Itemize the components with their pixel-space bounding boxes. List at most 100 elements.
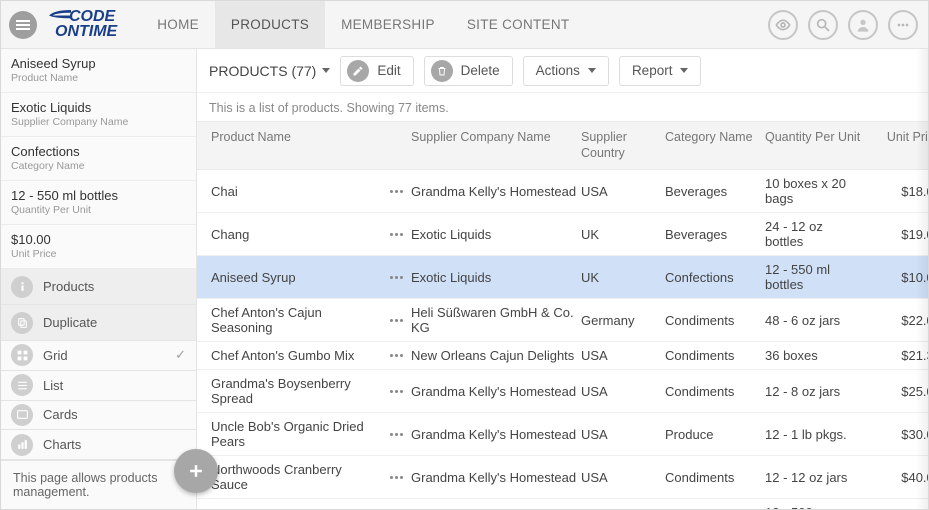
- cell-name: Chai: [211, 184, 381, 199]
- cell-category: Condiments: [665, 384, 761, 399]
- col-country[interactable]: Supplier Country: [581, 130, 661, 161]
- cell-category: Condiments: [665, 348, 761, 363]
- table-row[interactable]: ChangExotic LiquidsUKBeverages24 - 12 oz…: [197, 213, 928, 256]
- delete-button[interactable]: Delete: [424, 56, 513, 86]
- chevron-down-icon: [680, 68, 688, 73]
- cell-price: $21.35: [867, 348, 928, 363]
- cell-qty: 10 boxes x 20 bags: [765, 176, 863, 206]
- row-menu-icon[interactable]: [385, 390, 407, 393]
- nav-products[interactable]: PRODUCTS: [215, 1, 325, 48]
- cell-price: $30.00: [867, 427, 928, 442]
- cell-price: $40.00: [867, 470, 928, 485]
- cell-supplier: Exotic Liquids: [411, 270, 577, 285]
- cell-country: Germany: [581, 313, 661, 328]
- more-icon[interactable]: [888, 10, 918, 40]
- sidebar: Aniseed SyrupProduct NameExotic LiquidsS…: [1, 49, 197, 509]
- grid-body[interactable]: Chai Grandma Kelly's Homestead USA Beverage…: [197, 170, 928, 509]
- breadcrumb-item[interactable]: $10.00Unit Price: [1, 225, 196, 269]
- col-supplier[interactable]: Supplier Company Name: [411, 130, 577, 146]
- row-menu-icon[interactable]: [385, 190, 407, 193]
- sidebar-item-label: Products: [43, 279, 94, 294]
- col-qty[interactable]: Quantity Per Unit: [765, 130, 863, 146]
- table-row[interactable]: Uncle Bob's Organic Dried Pears Grandma K…: [197, 413, 928, 456]
- cell-country: USA: [581, 184, 661, 199]
- table-row[interactable]: Grandma's Boysenberry SpreadGrandma Kell…: [197, 370, 928, 413]
- table-row[interactable]: ChaiGrandma Kelly's HomesteadUSABeverage…: [197, 170, 928, 213]
- breadcrumb-value: Aniseed Syrup: [11, 56, 186, 71]
- sidebar-item-products[interactable]: Products: [1, 269, 196, 305]
- toolbar: PRODUCTS (77) Edit Delete Actions Report: [197, 49, 928, 93]
- col-product-name[interactable]: Product Name: [211, 130, 381, 146]
- row-menu-icon[interactable]: [385, 476, 407, 479]
- cell-supplier: Grandma Kelly's Homestead: [411, 427, 577, 442]
- eye-icon[interactable]: [768, 10, 798, 40]
- nav-site-content[interactable]: SITE CONTENT: [451, 1, 586, 48]
- table-row[interactable]: Northwoods Cranberry SauceGrandma Kelly'…: [197, 456, 928, 499]
- cell-country: USA: [581, 427, 661, 442]
- menu-icon[interactable]: [9, 11, 37, 39]
- report-dropdown[interactable]: Report: [619, 56, 702, 86]
- table-row[interactable]: Chef Anton's Cajun SeasoningHeli Süßware…: [197, 299, 928, 342]
- row-menu-icon[interactable]: [385, 233, 407, 236]
- cell-country: USA: [581, 348, 661, 363]
- cell-price: $18.00: [867, 184, 928, 199]
- col-price[interactable]: Unit Price: [867, 130, 928, 146]
- row-menu-icon[interactable]: [385, 354, 407, 357]
- row-menu-icon[interactable]: [385, 276, 407, 279]
- sidebar-item-list[interactable]: List: [1, 371, 196, 401]
- breadcrumb-value: Exotic Liquids: [11, 100, 186, 115]
- sidebar-item-label: Cards: [43, 407, 78, 422]
- cell-supplier: Grandma Kelly's Homestead: [411, 384, 577, 399]
- breadcrumb-item[interactable]: Exotic LiquidsSupplier Company Name: [1, 93, 196, 137]
- cell-category: Beverages: [665, 184, 761, 199]
- edit-button[interactable]: Edit: [340, 56, 413, 86]
- view-title-dropdown[interactable]: PRODUCTS (77): [209, 63, 330, 79]
- breadcrumb-label: Category Name: [11, 160, 186, 172]
- cell-qty: 24 - 12 oz bottles: [765, 219, 863, 249]
- breadcrumb-item[interactable]: Aniseed SyrupProduct Name: [1, 49, 196, 93]
- nav-membership[interactable]: MEMBERSHIP: [325, 1, 451, 48]
- actions-dropdown[interactable]: Actions: [523, 56, 609, 86]
- cell-supplier: Grandma Kelly's Homestead: [411, 470, 577, 485]
- grid-icon: [11, 344, 33, 366]
- main: PRODUCTS (77) Edit Delete Actions Report…: [197, 49, 928, 509]
- cell-price: $25.00: [867, 384, 928, 399]
- cards-icon: [11, 404, 33, 426]
- sidebar-item-cards[interactable]: Cards: [1, 401, 196, 431]
- cell-name: Uncle Bob's Organic Dried Pears: [211, 419, 381, 449]
- user-icon[interactable]: [848, 10, 878, 40]
- cell-supplier: New Orleans Cajun Delights: [411, 348, 577, 363]
- logo[interactable]: CODE ONTIME: [49, 10, 117, 39]
- row-menu-icon[interactable]: [385, 433, 407, 436]
- table-row[interactable]: 18 - 500 g: [197, 499, 928, 509]
- cell-price: $10.00: [867, 270, 928, 285]
- sidebar-item-label: List: [43, 378, 63, 393]
- sidebar-item-grid[interactable]: Grid ✓: [1, 341, 196, 371]
- breadcrumb-value: Confections: [11, 144, 186, 159]
- cell-qty: 48 - 6 oz jars: [765, 313, 863, 328]
- table-row[interactable]: Chef Anton's Gumbo MixNew Orleans Cajun …: [197, 342, 928, 370]
- cell-country: UK: [581, 270, 661, 285]
- cell-country: USA: [581, 470, 661, 485]
- cell-qty: 12 - 550 ml bottles: [765, 262, 863, 292]
- grid: Product Name Supplier Company Name Suppl…: [197, 121, 928, 509]
- cell-qty: 12 - 12 oz jars: [765, 470, 863, 485]
- view-title: PRODUCTS (77): [209, 63, 316, 79]
- nav-home[interactable]: HOME: [141, 1, 215, 48]
- sidebar-item-label: Grid: [43, 348, 68, 363]
- breadcrumb-item[interactable]: ConfectionsCategory Name: [1, 137, 196, 181]
- breadcrumb-item[interactable]: 12 - 550 ml bottlesQuantity Per Unit: [1, 181, 196, 225]
- cell-country: UK: [581, 227, 661, 242]
- table-row[interactable]: Aniseed SyrupExotic LiquidsUKConfections…: [197, 256, 928, 299]
- search-icon[interactable]: [808, 10, 838, 40]
- chevron-down-icon: [588, 68, 596, 73]
- sidebar-item-charts[interactable]: Charts: [1, 430, 196, 460]
- cell-category: Beverages: [665, 227, 761, 242]
- row-menu-icon[interactable]: [385, 319, 407, 322]
- col-category[interactable]: Category Name: [665, 130, 761, 146]
- breadcrumb-label: Quantity Per Unit: [11, 204, 186, 216]
- sidebar-item-duplicate[interactable]: Duplicate: [1, 305, 196, 341]
- add-button[interactable]: [174, 449, 218, 493]
- cell-qty: 12 - 1 lb pkgs.: [765, 427, 863, 442]
- cell-category: Condiments: [665, 470, 761, 485]
